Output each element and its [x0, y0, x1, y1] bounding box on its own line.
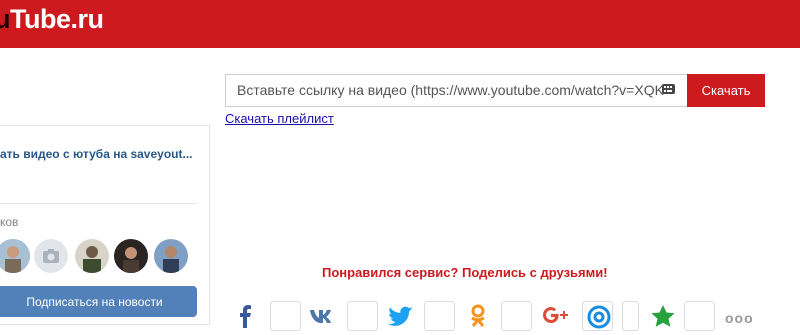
- google-plus-icon[interactable]: [543, 304, 568, 328]
- keyboard-icon[interactable]: [662, 84, 675, 94]
- video-url-input[interactable]: Вставьте ссылку на видео (https://www.yo…: [225, 74, 687, 107]
- site-header: uTube.ru: [0, 0, 800, 48]
- odnoklassniki-icon[interactable]: [468, 304, 492, 328]
- twitter-share-counter: [424, 301, 455, 331]
- widget-members-label: ков: [0, 215, 19, 229]
- mailru-icon[interactable]: [586, 304, 611, 329]
- logo-prefix: u: [0, 4, 11, 34]
- moimir-share-counter: [684, 301, 715, 331]
- facebook-share-counter: [270, 301, 301, 331]
- member-avatar[interactable]: [75, 239, 109, 273]
- share-heading: Понравился сервис? Поделись с друзьями!: [322, 265, 608, 280]
- mailru-share-counter: [622, 301, 639, 331]
- facebook-icon[interactable]: [234, 304, 258, 328]
- vk-share-counter: [347, 301, 378, 331]
- twitter-icon[interactable]: [388, 304, 413, 328]
- member-avatar[interactable]: [114, 239, 148, 273]
- camera-placeholder-icon[interactable]: [34, 239, 68, 273]
- download-playlist-link[interactable]: Скачать плейлист: [225, 111, 334, 126]
- moimir-icon[interactable]: [650, 304, 675, 328]
- member-avatar[interactable]: [0, 239, 30, 273]
- vk-group-widget: ать видео с ютуба на saveyout... ков Под…: [0, 125, 210, 325]
- site-logo[interactable]: uTube.ru: [0, 4, 104, 35]
- download-button[interactable]: Скачать: [687, 74, 765, 107]
- logo-text: Tube.ru: [10, 4, 104, 34]
- widget-group-title[interactable]: ать видео с ютуба на saveyout...: [0, 147, 192, 161]
- more-share-options[interactable]: ооо: [725, 310, 754, 326]
- member-avatar[interactable]: [154, 239, 188, 273]
- odnoklassniki-share-counter: [501, 301, 532, 331]
- vk-icon[interactable]: [309, 304, 333, 328]
- subscribe-button[interactable]: Подписаться на новости: [0, 286, 197, 317]
- widget-divider: [0, 203, 197, 204]
